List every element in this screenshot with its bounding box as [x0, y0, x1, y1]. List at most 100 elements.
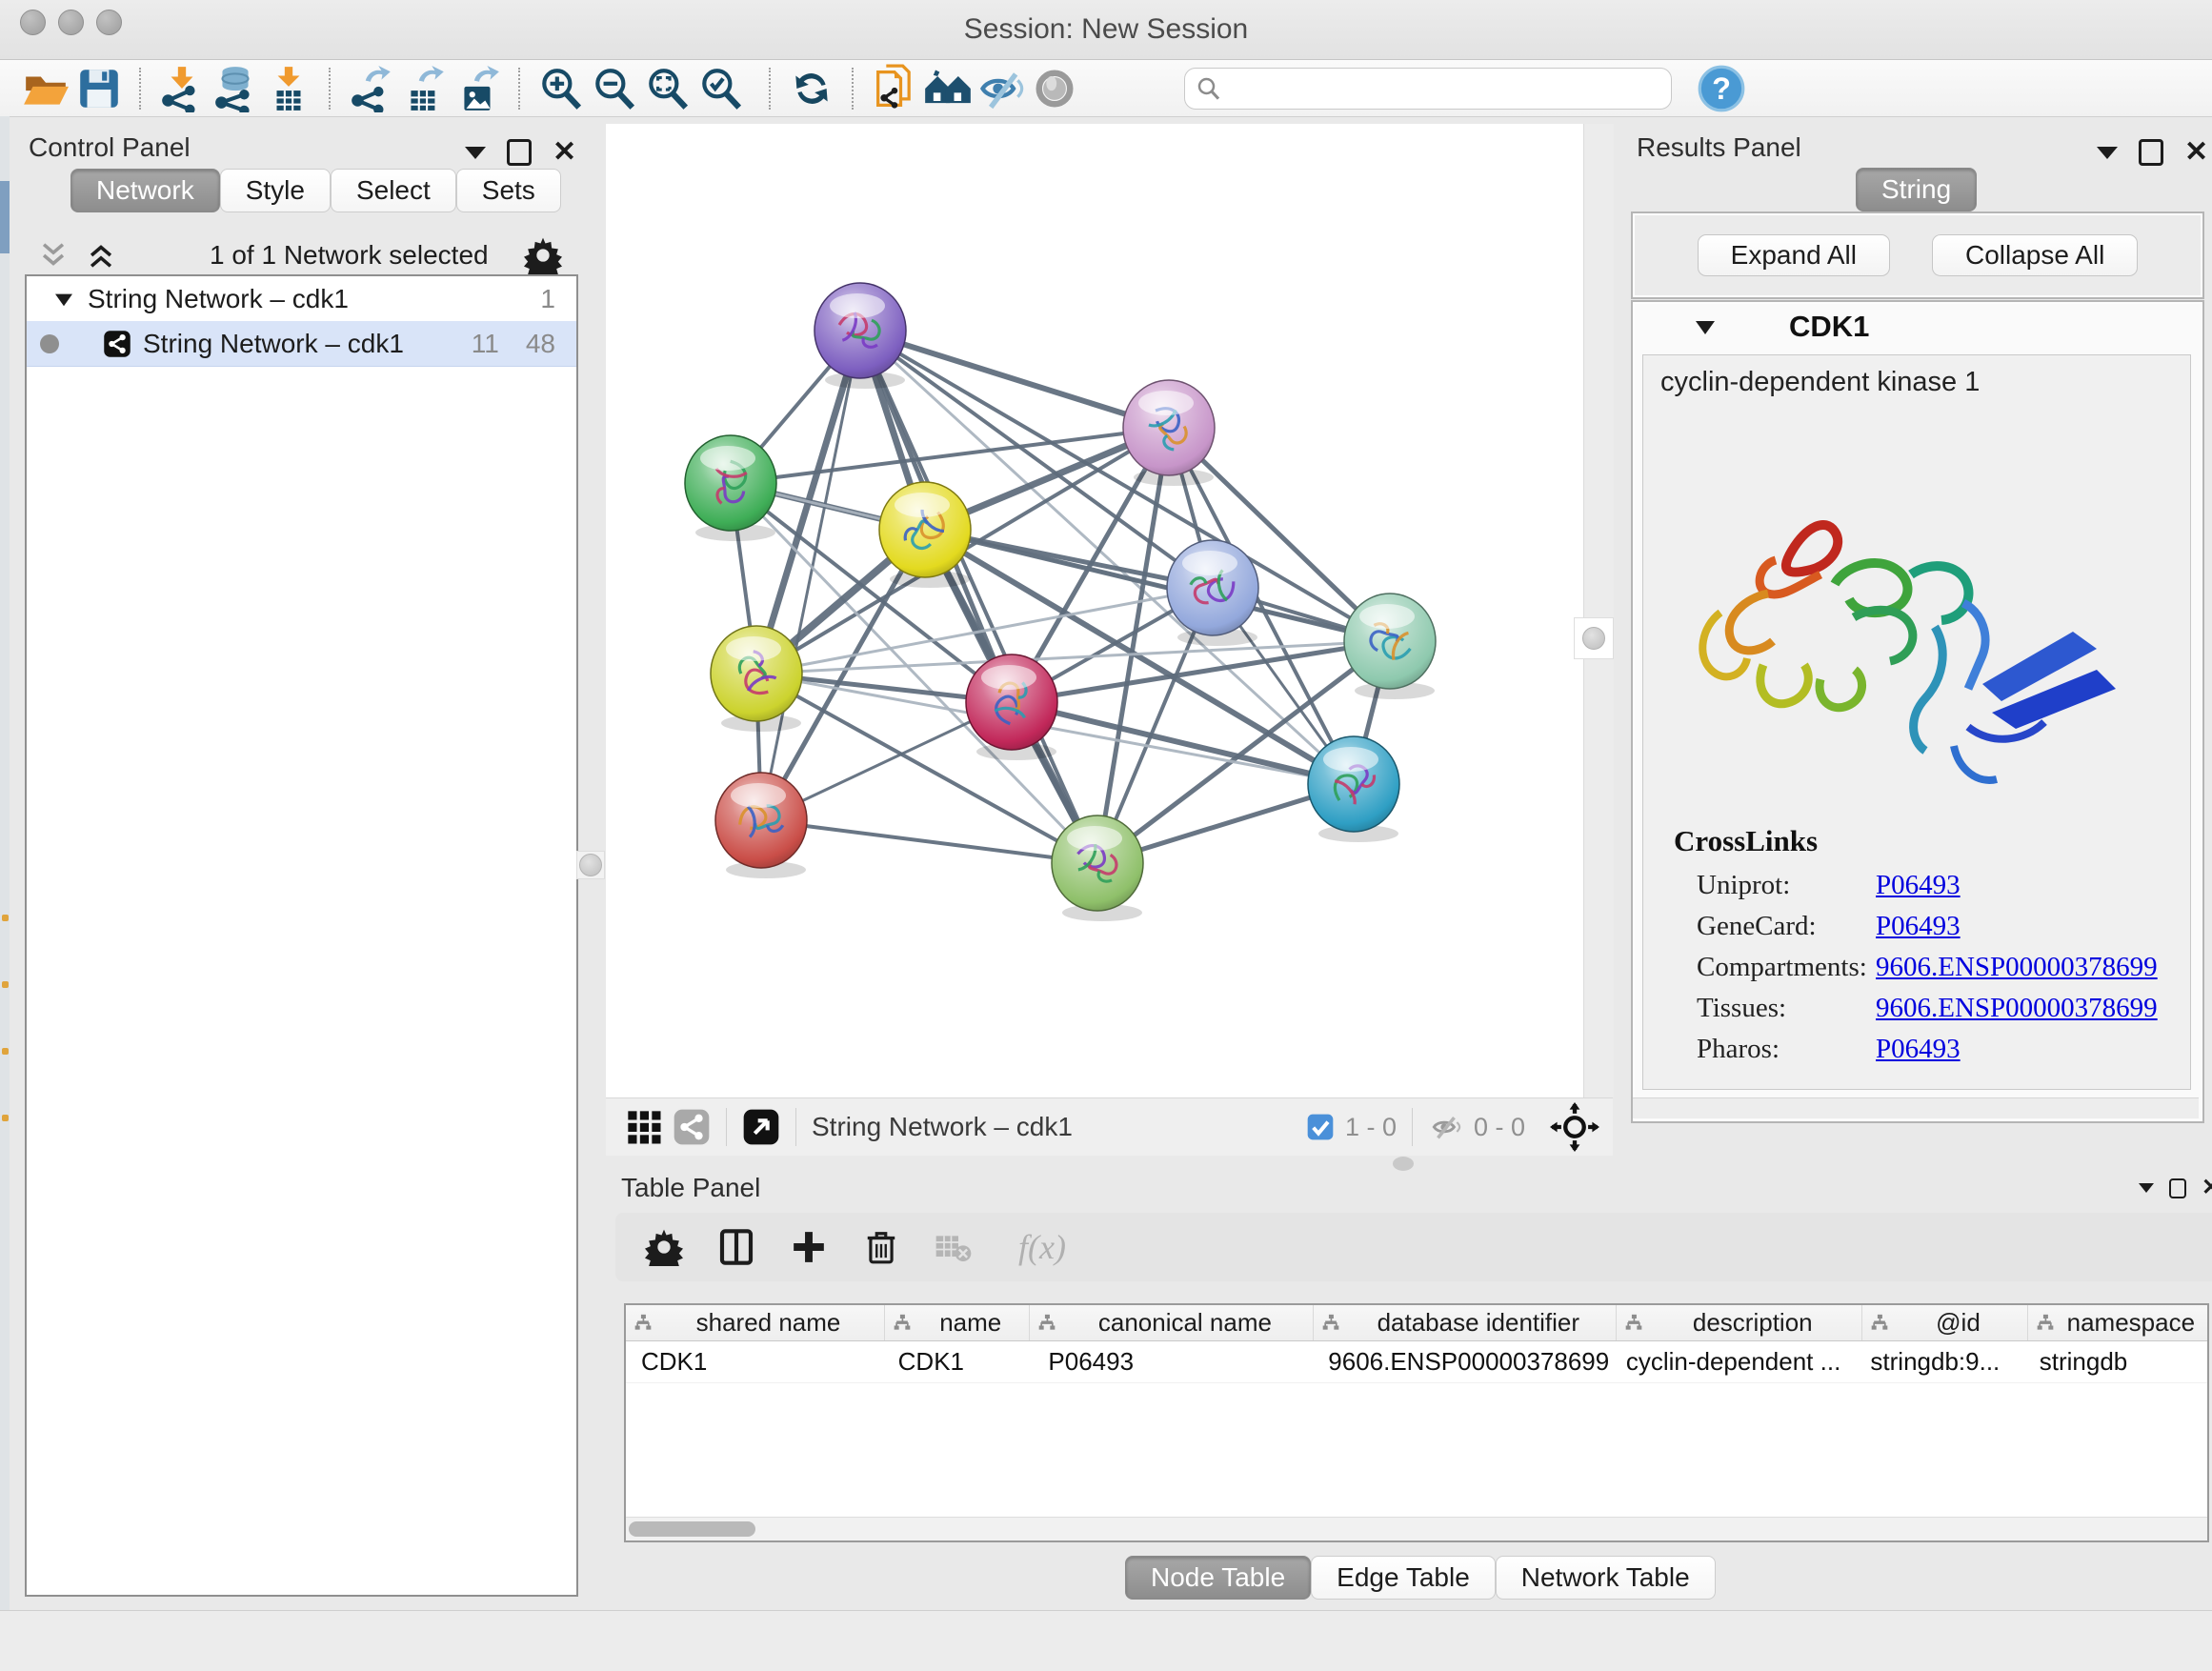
string-protein-query-icon[interactable] [868, 64, 921, 113]
network-node-CCNB1[interactable] [711, 626, 802, 732]
table-row[interactable]: CDK1 CDK1 P06493 9606.ENSP00000378699 cy… [626, 1341, 2207, 1383]
close-panel-icon[interactable]: ✕ [553, 142, 576, 163]
open-session-icon[interactable] [19, 64, 72, 113]
column-header[interactable]: namespace [2028, 1305, 2207, 1340]
table-splitter-handle[interactable] [1393, 1157, 1414, 1171]
column-header[interactable]: canonical name [1030, 1305, 1314, 1340]
crosslink-row: GeneCard: P06493 [1697, 911, 2173, 949]
search-input[interactable] [1184, 68, 1672, 110]
birdseye-view-icon[interactable] [742, 1108, 780, 1146]
table-scrollbar-thumb[interactable] [629, 1521, 755, 1537]
selected-checkbox-icon[interactable] [1305, 1112, 1336, 1142]
grid-view-icon[interactable] [625, 1108, 663, 1146]
network-share-gray-icon[interactable] [673, 1108, 711, 1146]
string-tab-label: String [1856, 168, 1977, 211]
show-hide-graphics-details-icon[interactable] [975, 64, 1028, 113]
tab-style[interactable]: Style [220, 169, 331, 212]
network-node-CCNE1[interactable] [1052, 815, 1143, 921]
cell-namespace[interactable]: stringdb [2024, 1341, 2207, 1382]
hidden-eye-slash-icon [1428, 1111, 1464, 1143]
network-options-gear-icon[interactable] [524, 236, 562, 274]
crosslink-uniprot-link[interactable]: P06493 [1876, 870, 1961, 901]
column-header[interactable]: description [1617, 1305, 1862, 1340]
pan-crosshair-icon[interactable] [1550, 1102, 1599, 1152]
column-header[interactable]: @id [1862, 1305, 2027, 1340]
import-network-database-icon[interactable] [209, 64, 262, 113]
export-network-icon[interactable] [345, 64, 398, 113]
float-panel-icon[interactable] [2139, 1183, 2154, 1193]
column-header[interactable]: name [885, 1305, 1030, 1340]
results-scrollbar-track[interactable] [1633, 1097, 2199, 1118]
results-splitter-handle[interactable] [1574, 617, 1614, 659]
import-network-file-icon[interactable] [155, 64, 209, 113]
network-collection-row[interactable]: String Network – cdk1 1 [27, 276, 576, 321]
zoom-in-icon[interactable] [534, 64, 588, 113]
float-panel-icon[interactable] [465, 147, 486, 159]
network-row[interactable]: String Network – cdk1 11 48 [27, 321, 576, 367]
sliver-blue [0, 181, 10, 253]
export-table-icon[interactable] [398, 64, 452, 113]
network-view-toolbar: String Network – cdk1 1 - 0 0 - 0 [606, 1097, 1613, 1156]
crosslinks-title: CrossLinks [1674, 824, 1818, 858]
zoom-fit-icon[interactable] [641, 64, 694, 113]
results-tab-string[interactable]: String [1856, 168, 1977, 211]
zoom-out-icon[interactable] [588, 64, 641, 113]
main-toolbar: ? [0, 60, 2212, 117]
maximize-panel-icon[interactable] [2139, 139, 2163, 166]
column-header[interactable]: shared name [626, 1305, 885, 1340]
cell-shared-name[interactable]: CDK1 [626, 1341, 883, 1382]
entry-header[interactable]: CDK1 [1633, 302, 2202, 352]
close-panel-icon[interactable]: ✕ [2202, 1178, 2212, 1198]
cell-canonical-name[interactable]: P06493 [1033, 1341, 1313, 1382]
tab-select[interactable]: Select [331, 169, 456, 212]
export-image-icon[interactable] [452, 64, 505, 113]
crosslink-row: Compartments: 9606.ENSP00000378699 [1697, 952, 2173, 990]
cell-database-identifier[interactable]: 9606.ENSP00000378699 [1313, 1341, 1611, 1382]
cell-name[interactable]: CDK1 [883, 1341, 1034, 1382]
float-panel-icon[interactable] [2097, 147, 2118, 159]
show-columns-icon[interactable] [714, 1225, 758, 1269]
crosslink-genecard-link[interactable]: P06493 [1876, 911, 1961, 942]
network-node-CDC25B[interactable] [685, 435, 776, 541]
control-panel-splitter-handle[interactable] [576, 851, 605, 879]
help-icon[interactable]: ? [1695, 64, 1748, 113]
collapse-all-button[interactable]: Collapse All [1932, 234, 2138, 276]
network-node-HIST1H1A[interactable] [715, 773, 807, 878]
network-node-RB1[interactable] [1344, 594, 1436, 699]
expand-all-button[interactable]: Expand All [1698, 234, 1890, 276]
expand-all-icon[interactable] [84, 239, 118, 272]
column-header[interactable]: database identifier [1314, 1305, 1617, 1340]
tab-network-table[interactable]: Network Table [1496, 1556, 1716, 1600]
network-node-CDKN1A[interactable] [1308, 736, 1399, 842]
close-panel-icon[interactable]: ✕ [2184, 142, 2208, 163]
tab-network[interactable]: Network [70, 169, 220, 212]
network-node-CCNA1[interactable] [1123, 380, 1215, 486]
maximize-panel-icon[interactable] [507, 139, 532, 166]
cell-id[interactable]: stringdb:9... [1855, 1341, 2023, 1382]
crosslink-pharos-link[interactable]: P06493 [1876, 1034, 1961, 1065]
add-column-icon[interactable] [787, 1225, 831, 1269]
table-settings-gear-icon[interactable] [642, 1225, 686, 1269]
crosslink-tissues-link[interactable]: 9606.ENSP00000378699 [1876, 993, 2158, 1024]
sliver-dot [2, 981, 9, 988]
home-icon[interactable] [921, 64, 975, 113]
network-canvas[interactable]: CCNB2CCNA1CDC25BCDK1CDC6RB1CCNB1CCNA2CDK… [606, 124, 1583, 1097]
import-table-file-icon[interactable] [262, 64, 315, 113]
entry-card: cyclin-dependent kinase 1 CrossLinks [1642, 354, 2191, 1090]
table-scrollbar-track[interactable] [626, 1517, 2207, 1540]
maximize-panel-icon[interactable] [2169, 1178, 2186, 1198]
collection-expand-triangle-icon[interactable] [53, 291, 74, 308]
entry-collapse-triangle-icon[interactable] [1694, 317, 1717, 336]
cell-description[interactable]: cyclin-dependent ... [1611, 1341, 1856, 1382]
tab-sets[interactable]: Sets [456, 169, 561, 212]
collapse-all-icon[interactable] [36, 239, 70, 272]
network-node-CCNB2[interactable] [814, 283, 906, 389]
save-session-icon[interactable] [72, 64, 126, 113]
tab-edge-table[interactable]: Edge Table [1311, 1556, 1496, 1600]
zoom-selected-icon[interactable] [694, 64, 748, 113]
search-field[interactable] [1223, 72, 1661, 104]
crosslink-compartments-link[interactable]: 9606.ENSP00000378699 [1876, 952, 2158, 983]
delete-column-trash-icon[interactable] [859, 1225, 903, 1269]
refresh-view-icon[interactable] [785, 64, 838, 113]
tab-node-table[interactable]: Node Table [1125, 1556, 1311, 1600]
